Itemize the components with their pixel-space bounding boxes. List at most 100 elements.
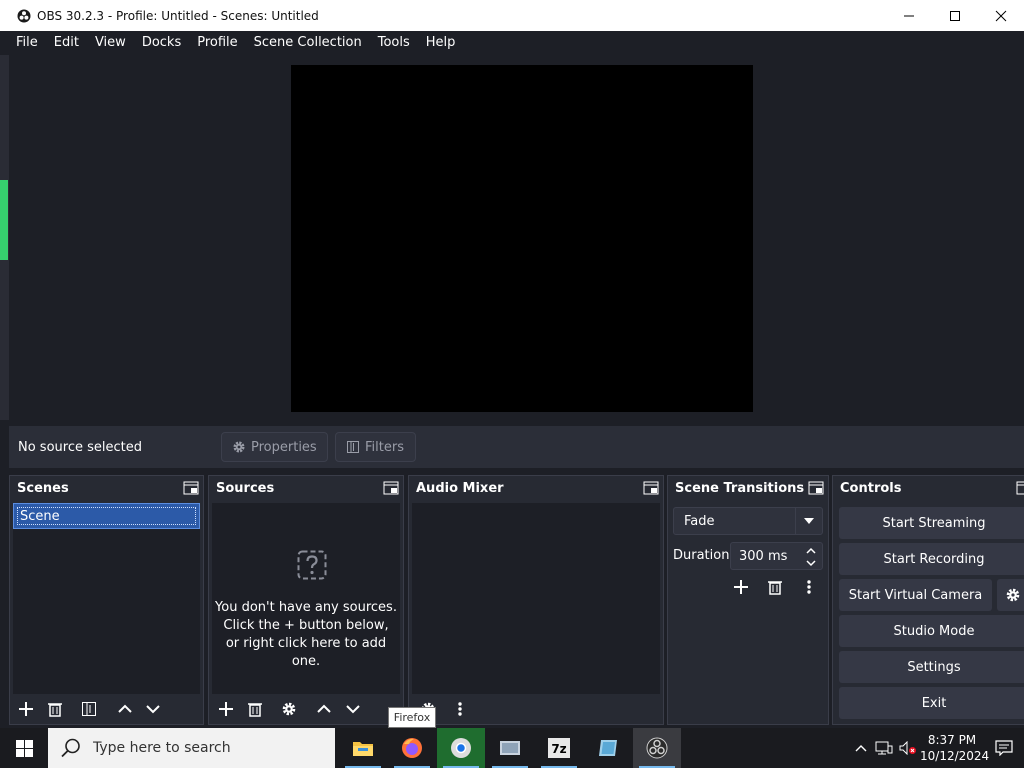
move-scene-down-button[interactable] (142, 698, 164, 720)
start-streaming-button[interactable]: Start Streaming (839, 507, 1024, 539)
taskbar-firefox[interactable] (388, 728, 436, 768)
filters-label: Filters (365, 439, 404, 455)
more-vertical-icon (458, 702, 462, 716)
maximize-button[interactable] (932, 0, 978, 31)
virtual-camera-settings-button[interactable] (997, 579, 1024, 611)
remove-source-button[interactable] (244, 698, 266, 720)
audio-mixer-header: Audio Mixer (409, 476, 663, 500)
firefox-icon (402, 738, 422, 758)
menu-view[interactable]: View (87, 31, 134, 55)
duration-label: Duration (673, 548, 730, 563)
filters-button[interactable]: Filters (335, 432, 416, 462)
left-edge-strip (0, 55, 9, 420)
transition-menu-button[interactable] (798, 576, 820, 598)
taskbar-obs[interactable] (633, 728, 681, 768)
chevron-up-icon (317, 704, 331, 713)
title-bar: OBS 30.2.3 - Profile: Untitled - Scenes:… (0, 0, 1024, 31)
start-virtual-camera-button[interactable]: Start Virtual Camera (839, 579, 992, 611)
show-hidden-icons[interactable] (850, 744, 872, 752)
close-button[interactable] (978, 0, 1024, 31)
taskbar-7zip[interactable]: 7z (535, 728, 583, 768)
network-icon (875, 741, 893, 755)
move-scene-up-button[interactable] (114, 698, 136, 720)
controls-header: Controls (833, 476, 1024, 500)
menu-edit[interactable]: Edit (46, 31, 87, 55)
undock-icon[interactable] (183, 481, 199, 495)
add-scene-button[interactable] (15, 698, 37, 720)
sources-empty-line-1: You don't have any sources. (215, 600, 397, 615)
menu-help[interactable]: Help (418, 31, 464, 55)
scenes-header: Scenes (10, 476, 203, 500)
start-button[interactable] (0, 728, 48, 768)
plus-icon (219, 702, 233, 716)
undock-icon[interactable] (643, 481, 659, 495)
chrome-icon (451, 738, 471, 758)
more-vertical-icon (807, 580, 811, 594)
search-input[interactable] (91, 739, 335, 757)
taskbar-search[interactable] (48, 728, 335, 768)
properties-label: Properties (251, 439, 317, 455)
sources-header: Sources (209, 476, 403, 500)
7zip-icon: 7z (548, 738, 570, 758)
settings-button[interactable]: Settings (839, 651, 1024, 683)
add-source-button[interactable] (215, 698, 237, 720)
remove-transition-button[interactable] (764, 576, 786, 598)
audio-mixer-dock: Audio Mixer (408, 475, 664, 725)
action-center-button[interactable] (984, 740, 1024, 756)
remove-scene-button[interactable] (44, 698, 66, 720)
start-recording-button[interactable]: Start Recording (839, 543, 1024, 575)
triangle-down-icon (804, 518, 814, 524)
taskbar-app-6[interactable] (584, 728, 632, 768)
scene-list[interactable]: Scene (13, 503, 200, 694)
menu-file[interactable]: File (8, 31, 46, 55)
obs-logo-icon (17, 9, 31, 23)
network-status[interactable] (872, 741, 896, 755)
menu-profile[interactable]: Profile (189, 31, 245, 55)
undock-icon[interactable] (808, 481, 824, 495)
studio-mode-button[interactable]: Studio Mode (839, 615, 1024, 647)
transition-select[interactable]: Fade (673, 507, 823, 535)
undock-icon[interactable] (1016, 481, 1024, 495)
menu-bar: File Edit View Docks Profile Scene Colle… (0, 31, 1024, 55)
sources-list[interactable]: You don't have any sources. Click the + … (212, 503, 400, 694)
question-icon (297, 550, 327, 580)
move-source-up-button[interactable] (313, 698, 335, 720)
taskbar-clock[interactable]: 8:37 PM 10/12/2024 (920, 732, 990, 764)
gear-icon (282, 702, 296, 716)
minimize-icon (904, 15, 914, 16)
move-source-down-button[interactable] (342, 698, 364, 720)
clock-time: 8:37 PM (927, 733, 977, 747)
scene-item-selected[interactable]: Scene (13, 503, 200, 529)
scenes-toolbar (10, 694, 203, 724)
menu-scene-collection[interactable]: Scene Collection (246, 31, 370, 55)
chevron-up-icon (118, 704, 132, 713)
volume-muted-icon (899, 741, 916, 755)
menu-docks[interactable]: Docks (134, 31, 189, 55)
background-window-accent (0, 180, 8, 260)
minimize-button[interactable] (886, 0, 932, 31)
filters-icon (82, 702, 96, 716)
taskbar-file-explorer[interactable] (339, 728, 387, 768)
audio-mixer-toolbar (409, 694, 663, 724)
scene-transitions-header: Scene Transitions (668, 476, 828, 500)
taskbar-chrome[interactable] (437, 728, 485, 768)
menu-tools[interactable]: Tools (370, 31, 418, 55)
exit-button[interactable]: Exit (839, 687, 1024, 719)
preview-canvas[interactable] (291, 65, 753, 412)
properties-button[interactable]: Properties (221, 432, 328, 462)
clock-date: 10/12/2024 (920, 749, 990, 763)
duration-spinbox[interactable]: 300 ms (730, 542, 823, 570)
plus-icon (19, 702, 33, 716)
source-properties-button[interactable] (278, 698, 300, 720)
spin-arrows-icon[interactable] (804, 545, 818, 569)
volume-status[interactable] (896, 741, 920, 755)
scene-transitions-dock: Scene Transitions Fade Duration 300 ms (667, 475, 829, 725)
add-transition-button[interactable] (730, 576, 752, 598)
taskbar-app-4[interactable] (486, 728, 534, 768)
chevron-down-icon (146, 705, 160, 714)
audio-mixer-menu-button[interactable] (449, 698, 471, 720)
scene-filters-button[interactable] (78, 698, 100, 720)
audio-mixer-list[interactable] (412, 503, 660, 694)
undock-icon[interactable] (383, 481, 399, 495)
trash-icon (768, 581, 782, 595)
